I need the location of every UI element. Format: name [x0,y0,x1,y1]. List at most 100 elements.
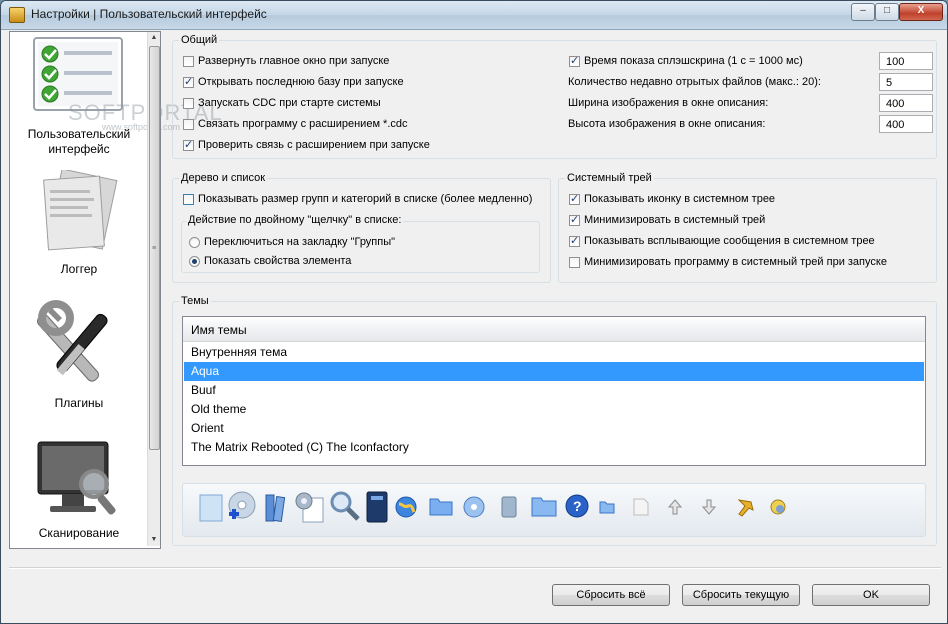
checkbox-associate-extension[interactable]: Связать программу с расширением *.cdc [183,118,408,130]
small-folder-icon [599,501,615,514]
sidebar-item-label: Пользовательский [27,127,131,141]
checkbox-box[interactable] [183,138,194,151]
scroll-up-arrow-icon[interactable]: ▲ [149,32,159,44]
checkbox-show-tray-icon[interactable]: Показывать иконку в системном трее [569,192,776,205]
ok-button[interactable]: OK [812,584,930,606]
list-item-selected[interactable]: Aqua [184,362,924,381]
list-item[interactable]: The Matrix Rebooted (C) The Iconfactory [184,438,924,457]
checkbox-label: Показывать иконку в системном трее [584,193,776,205]
close-button[interactable]: X [899,3,943,21]
checkbox-box[interactable] [569,54,580,67]
checkbox-splash-time[interactable]: Время показа сплэшскрина (1 с = 1000 мс) [569,54,803,67]
dblclick-action-group: Действие по двойному "щелчку" в списке: … [181,214,540,273]
checkbox-box[interactable] [569,256,580,268]
add-disc-icon [228,491,256,519]
group-legend: Общий [179,34,220,46]
themes-list[interactable]: Имя темы Внутренняя тема Aqua Buuf Old t… [182,316,926,466]
open-folder-icon [531,497,557,517]
radio-button[interactable] [189,236,200,248]
checkbox-label: Время показа сплэшскрина (1 с = 1000 мс) [584,55,803,67]
window-title: Настройки | Пользовательский интерфейс [31,7,267,21]
scroll-down-arrow-icon[interactable]: ▼ [149,534,159,546]
checkbox-box[interactable] [183,75,194,88]
sidebar-item-scanning[interactable]: Сканирование [10,432,148,547]
column-header-theme-name[interactable]: Имя темы [183,317,925,342]
small-page-icon [633,498,649,516]
checkbox-label: Минимизировать в системный трей [584,214,766,226]
checkbox-maximize-on-start[interactable]: Развернуть главное окно при запуске [183,55,389,67]
checkbox-box[interactable] [569,213,580,226]
list-item[interactable]: Old theme [184,400,924,419]
list-item[interactable]: Внутренняя тема [184,343,924,362]
list-item[interactable]: Buuf [184,381,924,400]
theme-preview-icons: ? [182,483,926,537]
sidebar-scrollbar[interactable]: ▲ ≡ ▼ [147,32,160,546]
reset-all-button[interactable]: Сбросить всё [552,584,670,606]
arrow-up-icon [667,499,683,515]
globe-icon [395,496,417,518]
sidebar-item-ui[interactable]: SOFTPORTAL www.softportal.com Пользовате… [10,32,222,157]
checkbox-label: Проверить связь с расширением при запуск… [198,139,430,151]
radio-show-properties[interactable]: Показать свойства элемента [189,255,351,267]
radio-switch-to-groups[interactable]: Переключиться на закладку "Группы" [189,236,395,248]
disc-icon [463,496,485,518]
radio-button[interactable] [189,255,200,267]
checkbox-box[interactable] [569,234,580,247]
radio-label: Переключиться на закладку "Группы" [204,236,396,248]
checkbox-label: Запускать CDC при старте системы [198,97,381,109]
image-width-label: Ширина изображения в окне описания: [568,97,769,109]
checkbox-label: Развернуть главное окно при запуске [198,55,390,67]
list-item[interactable]: Orient [184,419,924,438]
checkbox-tray-notifications[interactable]: Показывать всплывающие сообщения в систе… [569,234,875,247]
minimize-button[interactable]: – [851,3,875,21]
column-header-label: Имя темы [191,323,247,337]
svg-text:?: ? [573,498,582,514]
monitor-magnifier-icon [37,441,116,515]
books-icon [265,494,286,523]
tree-list-group: Дерево и список Показывать размер групп … [172,172,551,283]
checkbox-label: Связать программу с расширением *.cdc [198,118,408,130]
checkbox-open-last-db[interactable]: Открывать последнюю базу при запуске [183,75,404,88]
grip-icon: ≡ [152,245,157,252]
sidebar-item-label: Сканирование [38,526,120,540]
splash-time-input[interactable]: 100 [879,52,933,70]
maximize-button[interactable]: □ [875,3,899,21]
checkbox-check-extension[interactable]: Проверить связь с расширением при запуск… [183,138,430,151]
sidebar-item-label: интерфейс [48,142,110,156]
title-bar[interactable]: Настройки | Пользовательский интерфейс –… [1,1,947,30]
checkbox-box[interactable] [569,192,580,205]
group-legend: Темы [179,295,211,307]
tools-icon [36,300,108,382]
settings-window: Настройки | Пользовательский интерфейс –… [0,0,948,624]
checkbox-minimize-on-start[interactable]: Минимизировать программу в системный тре… [569,256,887,268]
checkbox-label: Показывать всплывающие сообщения в систе… [584,235,875,247]
sidebar-item-logger[interactable]: Логгер [10,162,148,282]
checkbox-box[interactable] [183,118,194,130]
checkbox-label: Минимизировать программу в системный тре… [584,256,887,268]
sphere-icon [770,499,786,515]
checkbox-box[interactable] [183,97,194,109]
sidebar-item-plugins[interactable]: Плагины [10,294,148,419]
image-width-input[interactable]: 400 [879,94,933,112]
separator [9,567,941,569]
checkbox-minimize-to-tray[interactable]: Минимизировать в системный трей [569,213,766,226]
checkbox-show-group-size[interactable]: Показывать размер групп и категорий в сп… [183,193,532,205]
app-icon [9,7,25,23]
group-legend: Действие по двойному "щелчку" в списке: [186,214,404,226]
page-icon [501,496,517,518]
blank-page-icon [199,494,223,522]
arrow-down-icon [701,499,717,515]
radio-label: Показать свойства элемента [204,255,352,267]
reset-current-button[interactable]: Сбросить текущую [682,584,800,606]
scroll-thumb[interactable]: ≡ [149,46,160,450]
checkbox-start-with-system[interactable]: Запускать CDC при старте системы [183,97,381,109]
recent-files-label: Количество недавно отрытых файлов (макс.… [568,76,821,88]
help-icon: ? [565,494,589,518]
checkbox-label: Открывать последнюю базу при запуске [198,76,404,88]
settings-document-icon [295,492,324,523]
recent-files-input[interactable]: 5 [879,73,933,91]
image-height-input[interactable]: 400 [879,115,933,133]
category-sidebar: SOFTPORTAL www.softportal.com Пользовате… [9,31,222,549]
checkbox-box[interactable] [183,55,194,67]
checkbox-box[interactable] [183,193,194,205]
